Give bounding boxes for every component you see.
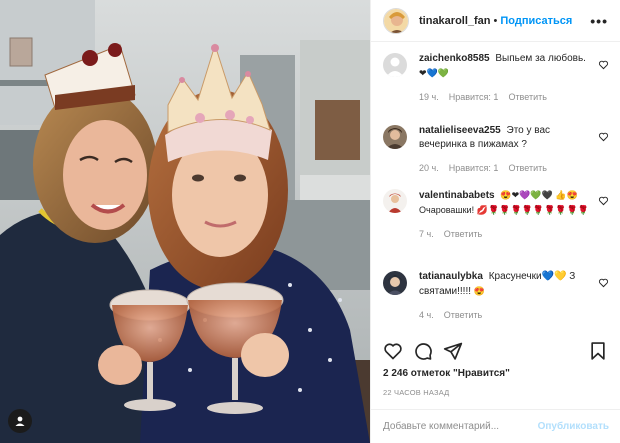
comment-text: Выпьем за любовь.: [495, 53, 586, 64]
comment-emojis: ❤💙💚: [419, 68, 449, 78]
comment-list[interactable]: zaichenko8585 Выпьем за любовь. ❤💙💚 19 ч…: [371, 43, 620, 333]
commenter-avatar[interactable]: [383, 189, 407, 213]
comment-username[interactable]: tatianaulybka: [419, 271, 483, 282]
post-action-bar: [383, 337, 608, 365]
comment-reply-button[interactable]: Ответить: [444, 308, 482, 322]
comment-username[interactable]: valentinababets: [419, 190, 495, 201]
share-icon[interactable]: [443, 341, 463, 361]
comment-age: 4 ч.: [419, 310, 434, 320]
comment-item: zaichenko8585 Выпьем за любовь. ❤💙💚 19 ч…: [383, 43, 609, 115]
comment-item: valentinababets 😍❤💜💚🖤 👍😍Очаровашки! 💋🌹🌹🌹…: [383, 179, 609, 261]
comment-age: 20 ч.: [419, 163, 439, 173]
comment-username[interactable]: zaichenko8585: [419, 53, 490, 64]
commenter-avatar[interactable]: [383, 125, 407, 149]
post-timestamp[interactable]: 22 ЧАСОВ НАЗАД: [383, 388, 449, 397]
author-avatar[interactable]: [383, 7, 409, 34]
comment-like-icon[interactable]: [598, 131, 609, 142]
user-tag-button[interactable]: [8, 409, 32, 433]
comment-reply-button[interactable]: Ответить: [508, 161, 546, 175]
comment-like-icon[interactable]: [598, 195, 609, 206]
photo-illustration: [0, 0, 370, 443]
comment-age: 7 ч.: [419, 229, 434, 239]
comment-composer: Опубликовать: [371, 409, 620, 443]
header-separator: •: [493, 14, 498, 27]
post-header: tinakaroll_fan • Подписаться •••: [371, 0, 620, 42]
likes-count[interactable]: 2 246 отметок "Нравится": [383, 368, 510, 379]
comment-likes-count[interactable]: Нравится: 1: [449, 161, 499, 175]
comment-like-icon[interactable]: [598, 277, 609, 288]
comment-reply-button[interactable]: Ответить: [508, 90, 546, 104]
comment-age: 19 ч.: [419, 92, 439, 102]
comment-input[interactable]: [383, 421, 538, 432]
comment-reply-button[interactable]: Ответить: [444, 227, 482, 241]
user-tag-icon: [15, 416, 25, 426]
more-icon[interactable]: •••: [590, 13, 608, 29]
comment-item: tatianaulybka Красунечки💙💛 З святами!!!!…: [383, 261, 609, 325]
heart-icon[interactable]: [383, 341, 403, 361]
bookmark-icon[interactable]: [588, 341, 608, 361]
author-username[interactable]: tinakaroll_fan: [419, 15, 491, 27]
comment-username[interactable]: natalieliseeva255: [419, 125, 501, 136]
publish-button[interactable]: Опубликовать: [538, 421, 609, 432]
comment-icon[interactable]: [413, 341, 433, 361]
comment-emojis: 💋🌹🌹🌹🌹🌹🌹🌹🌹🌹: [476, 205, 589, 215]
post-side-panel: tinakaroll_fan • Подписаться ••• zaichen…: [370, 0, 620, 443]
follow-button[interactable]: Подписаться: [500, 15, 572, 27]
comment-emojis: 😍: [473, 286, 485, 296]
commenter-avatar[interactable]: [383, 271, 407, 295]
commenter-avatar[interactable]: [383, 53, 407, 77]
comment-likes-count[interactable]: Нравится: 1: [449, 90, 499, 104]
comment-item: natalieliseeva255 Это у вас вечеринка в …: [383, 115, 609, 179]
comment-like-icon[interactable]: [598, 59, 609, 70]
post-photo[interactable]: [0, 0, 370, 443]
